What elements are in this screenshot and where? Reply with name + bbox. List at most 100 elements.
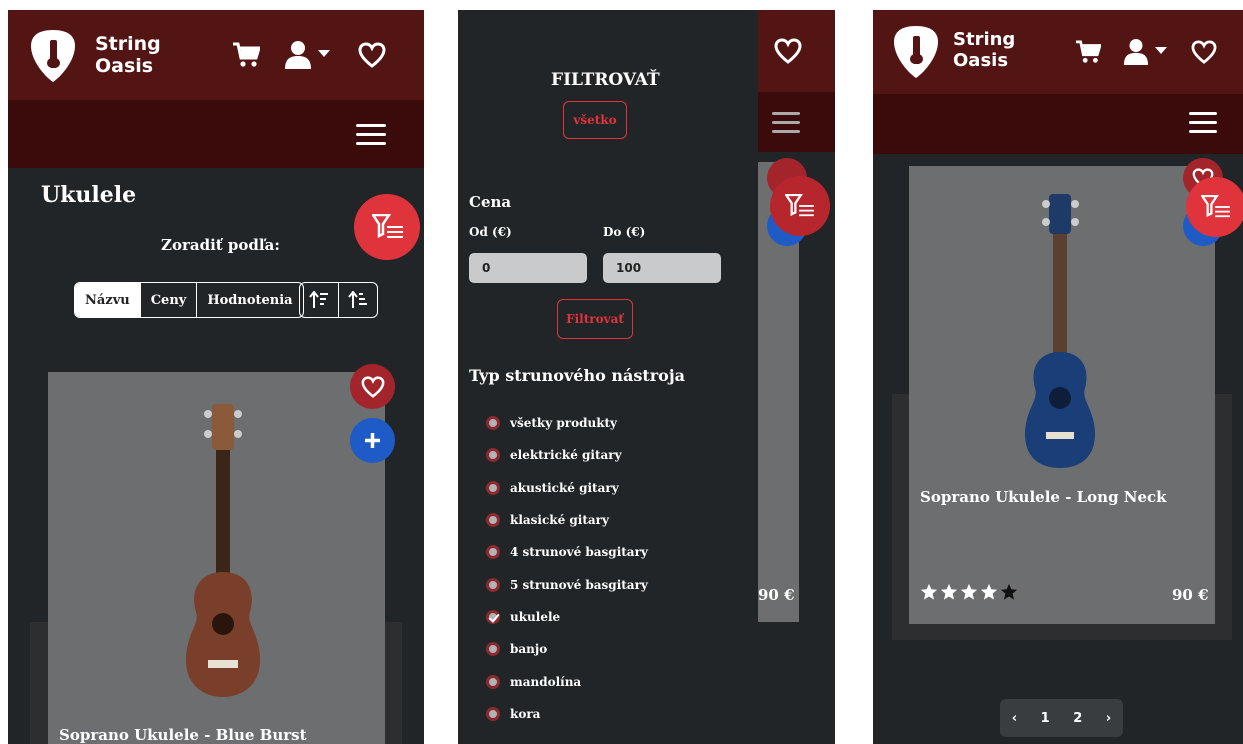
type-option-bass5[interactable]: 5 strunové basgitary bbox=[486, 578, 648, 592]
brand-line-1: String bbox=[953, 29, 1016, 50]
brand-name[interactable]: String Oasis bbox=[953, 29, 1016, 71]
sort-label: Zoradiť podľa: bbox=[161, 236, 280, 254]
user-icon[interactable] bbox=[284, 40, 312, 70]
product-card[interactable]: Soprano Ukulele - Long Neck 90 € bbox=[909, 166, 1215, 624]
pagination-page-2[interactable]: 2 bbox=[1073, 711, 1082, 726]
chevron-down-icon[interactable] bbox=[318, 50, 330, 58]
heart-icon[interactable] bbox=[358, 42, 386, 68]
pagination-page-1[interactable]: 1 bbox=[1041, 711, 1050, 726]
guitar-pick-logo[interactable] bbox=[893, 24, 939, 80]
radio-button[interactable] bbox=[486, 481, 500, 495]
star-icon bbox=[960, 583, 978, 600]
filter-icon bbox=[1201, 195, 1230, 218]
radio-button-checked[interactable] bbox=[486, 610, 500, 624]
price-to-input[interactable] bbox=[603, 253, 721, 283]
filter-button[interactable] bbox=[354, 194, 420, 260]
filter-icon bbox=[372, 214, 403, 239]
sort-ascending-icon bbox=[309, 291, 328, 308]
type-option-label: klasické gitary bbox=[510, 513, 609, 527]
filter-apply-button[interactable]: Filtrovať bbox=[557, 299, 633, 339]
type-option-kora[interactable]: kora bbox=[486, 707, 540, 721]
sort-descending-icon bbox=[348, 291, 367, 308]
radio-button[interactable] bbox=[486, 513, 500, 527]
guitar-pick-logo[interactable] bbox=[30, 28, 76, 84]
sort-direction bbox=[299, 282, 378, 318]
type-option-label: 5 strunové basgitary bbox=[510, 578, 648, 592]
radio-button[interactable] bbox=[486, 416, 500, 430]
star-icon bbox=[1000, 583, 1018, 600]
cart-icon[interactable] bbox=[1075, 40, 1101, 64]
menu-icon[interactable] bbox=[772, 112, 800, 139]
brand-line-2: Oasis bbox=[953, 49, 1009, 71]
pagination-prev[interactable]: ‹ bbox=[1012, 711, 1017, 726]
instrument-type-label: Typ strunového nástroja bbox=[469, 366, 685, 385]
type-option-all[interactable]: všetky produkty bbox=[486, 416, 617, 430]
heart-icon[interactable] bbox=[774, 38, 802, 64]
header: String Oasis bbox=[873, 10, 1243, 94]
type-option-acoustic[interactable]: akustické gitary bbox=[486, 481, 619, 495]
brand-name[interactable]: String Oasis bbox=[95, 33, 161, 78]
type-option-label: všetky produkty bbox=[510, 416, 618, 430]
plus-icon bbox=[365, 433, 380, 448]
chevron-down-icon[interactable] bbox=[1155, 47, 1167, 55]
sort-by-rating[interactable]: Hodnotenia bbox=[196, 283, 302, 317]
type-option-mandolin[interactable]: mandolína bbox=[486, 675, 581, 689]
star-icon bbox=[940, 583, 958, 600]
page-title: Ukulele bbox=[41, 182, 137, 208]
radio-button[interactable] bbox=[486, 642, 500, 656]
favorite-button[interactable] bbox=[350, 364, 395, 409]
header: String Oasis bbox=[8, 10, 424, 100]
heart-icon[interactable] bbox=[1191, 40, 1217, 64]
type-option-label: banjo bbox=[510, 642, 548, 656]
cart-icon[interactable] bbox=[232, 42, 260, 68]
brand-line-2: Oasis bbox=[95, 54, 154, 77]
radio-button[interactable] bbox=[486, 707, 500, 721]
filter-button[interactable] bbox=[1186, 177, 1243, 237]
product-name[interactable]: Soprano Ukulele - Blue Burst bbox=[59, 726, 307, 744]
radio-button[interactable] bbox=[486, 545, 500, 559]
type-option-electric[interactable]: elektrické gitary bbox=[486, 448, 622, 462]
pagination-next[interactable]: › bbox=[1106, 711, 1111, 726]
type-option-label: 4 strunové basgitary bbox=[510, 545, 648, 559]
price-from-input[interactable] bbox=[469, 253, 587, 283]
product-card[interactable]: Soprano Ukulele - Blue Burst bbox=[48, 372, 385, 744]
type-option-label: elektrické gitary bbox=[510, 448, 622, 462]
filter-button[interactable] bbox=[770, 176, 830, 236]
user-icon[interactable] bbox=[1123, 38, 1149, 66]
brand-line-1: String bbox=[95, 33, 161, 55]
product-price: 90 € bbox=[758, 586, 795, 604]
type-option-label: kora bbox=[510, 707, 541, 721]
price-to-label: Do (€) bbox=[603, 225, 646, 239]
filter-icon bbox=[785, 194, 814, 217]
sort-ascending-button[interactable] bbox=[300, 283, 338, 317]
sort-by-price[interactable]: Ceny bbox=[139, 283, 197, 317]
type-option-label: mandolína bbox=[510, 675, 582, 689]
radio-button[interactable] bbox=[486, 675, 500, 689]
filter-panel: FILTROVAŤ všetko Cena Od (€) Do (€) Filt… bbox=[458, 10, 758, 744]
type-option-ukulele[interactable]: ukulele bbox=[486, 610, 560, 624]
menu-icon[interactable] bbox=[356, 124, 386, 151]
type-option-label: ukulele bbox=[510, 610, 561, 624]
screen-product-list: String Oasis Ukulele Zoradiť podľa: Názv… bbox=[8, 10, 424, 744]
navbar bbox=[873, 94, 1243, 154]
add-to-cart-button[interactable] bbox=[350, 418, 395, 463]
type-option-bass4[interactable]: 4 strunové basgitary bbox=[486, 545, 648, 559]
type-option-label: akustické gitary bbox=[510, 481, 619, 495]
product-name[interactable]: Soprano Ukulele - Long Neck bbox=[920, 488, 1167, 506]
type-option-banjo[interactable]: banjo bbox=[486, 642, 547, 656]
rating-stars bbox=[920, 583, 1018, 601]
price-label: Cena bbox=[469, 193, 512, 211]
sort-by-name[interactable]: Názvu bbox=[75, 283, 140, 317]
type-option-classical[interactable]: klasické gitary bbox=[486, 513, 609, 527]
sort-descending-button[interactable] bbox=[338, 283, 377, 317]
radio-button[interactable] bbox=[486, 448, 500, 462]
filter-all-button[interactable]: všetko bbox=[563, 101, 627, 139]
ukulele-image bbox=[186, 404, 260, 697]
filter-title: FILTROVAŤ bbox=[551, 70, 660, 90]
price-from-label: Od (€) bbox=[469, 225, 512, 239]
sort-options: Názvu Ceny Hodnotenia bbox=[74, 282, 304, 318]
star-icon bbox=[980, 583, 998, 600]
radio-button[interactable] bbox=[486, 578, 500, 592]
menu-icon[interactable] bbox=[1189, 112, 1217, 139]
screen-product-list-scrolled: String Oasis Soprano Ukulele - Long Neck… bbox=[873, 10, 1243, 744]
